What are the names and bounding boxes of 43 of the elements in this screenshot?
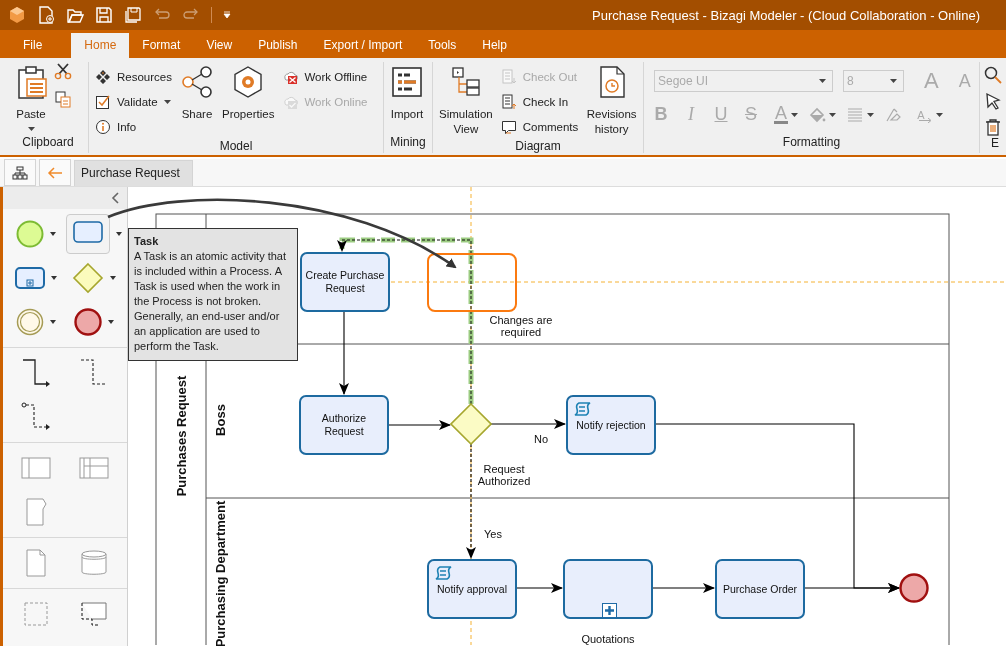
subprocess-label: Quotations xyxy=(580,633,636,645)
menu-tab[interactable]: Help xyxy=(469,33,520,58)
flow-label: Changes are required xyxy=(488,314,554,338)
ribbon-button[interactable]: Resources xyxy=(93,64,174,89)
ribbon-button[interactable]: Info xyxy=(93,114,174,139)
flow-label: Request Authorized xyxy=(476,463,532,487)
ribbon-button[interactable]: Share xyxy=(177,62,216,139)
flow-label: No xyxy=(532,433,550,445)
task-shape[interactable]: Create Purchase Request xyxy=(300,252,390,312)
ribbon-button[interactable]: Properties xyxy=(219,62,277,139)
ribbon-button[interactable]: Simulation View xyxy=(437,62,495,139)
tooltip-title: Task xyxy=(134,234,160,249)
menu-tab[interactable]: File xyxy=(10,33,56,58)
group-label: Formatting xyxy=(781,135,842,151)
ribbon-button[interactable]: Validate xyxy=(93,89,174,114)
ribbon-button[interactable]: Check In xyxy=(498,89,581,114)
pool-label: Purchases Request xyxy=(173,375,189,497)
group-label: Diagram xyxy=(514,139,562,153)
group-label: Mining xyxy=(389,135,427,151)
group-label: E xyxy=(990,136,1000,152)
task-shape[interactable]: Purchase Order xyxy=(715,559,805,619)
task-shape[interactable]: Notify approval xyxy=(427,559,517,619)
ribbon-button[interactable]: Import xyxy=(388,62,426,135)
document-tab[interactable]: Purchase Request xyxy=(74,160,193,186)
group-label: Clipboard xyxy=(21,135,75,151)
tooltip-text: A Task is an atomic activity that is included within a Process. A Task is used when the work in the Process is not broken. Generally, an end-user and/or an application are used to perform the Task. xyxy=(134,249,288,354)
ribbon-button[interactable]: Work Offline xyxy=(280,64,370,89)
task-shape[interactable]: Notify rejection xyxy=(566,395,656,455)
menu-tab[interactable]: View xyxy=(193,33,246,58)
lane-label: Purchasing Department xyxy=(212,500,228,646)
window-title: Purchase Request - Bizagi Modeler - (Cloud Collaboration - Online) xyxy=(591,7,981,23)
ribbon-button[interactable]: Paste xyxy=(12,62,50,135)
task-shape[interactable]: Authorize Request xyxy=(299,395,389,455)
lane-label: Boss xyxy=(212,404,228,436)
flow-label: Yes xyxy=(483,528,503,540)
menu-tab[interactable]: Tools xyxy=(415,33,470,58)
menu-tab[interactable]: Format xyxy=(129,33,194,58)
menu-tab[interactable]: Publish xyxy=(245,33,311,58)
ribbon-button[interactable]: Revisions history xyxy=(584,62,639,139)
menu-tab[interactable]: Home xyxy=(71,33,130,58)
menu-tab[interactable]: Export / Import xyxy=(310,33,416,58)
group-label: Model xyxy=(218,139,254,153)
ribbon-button[interactable]: Comments xyxy=(498,114,581,139)
